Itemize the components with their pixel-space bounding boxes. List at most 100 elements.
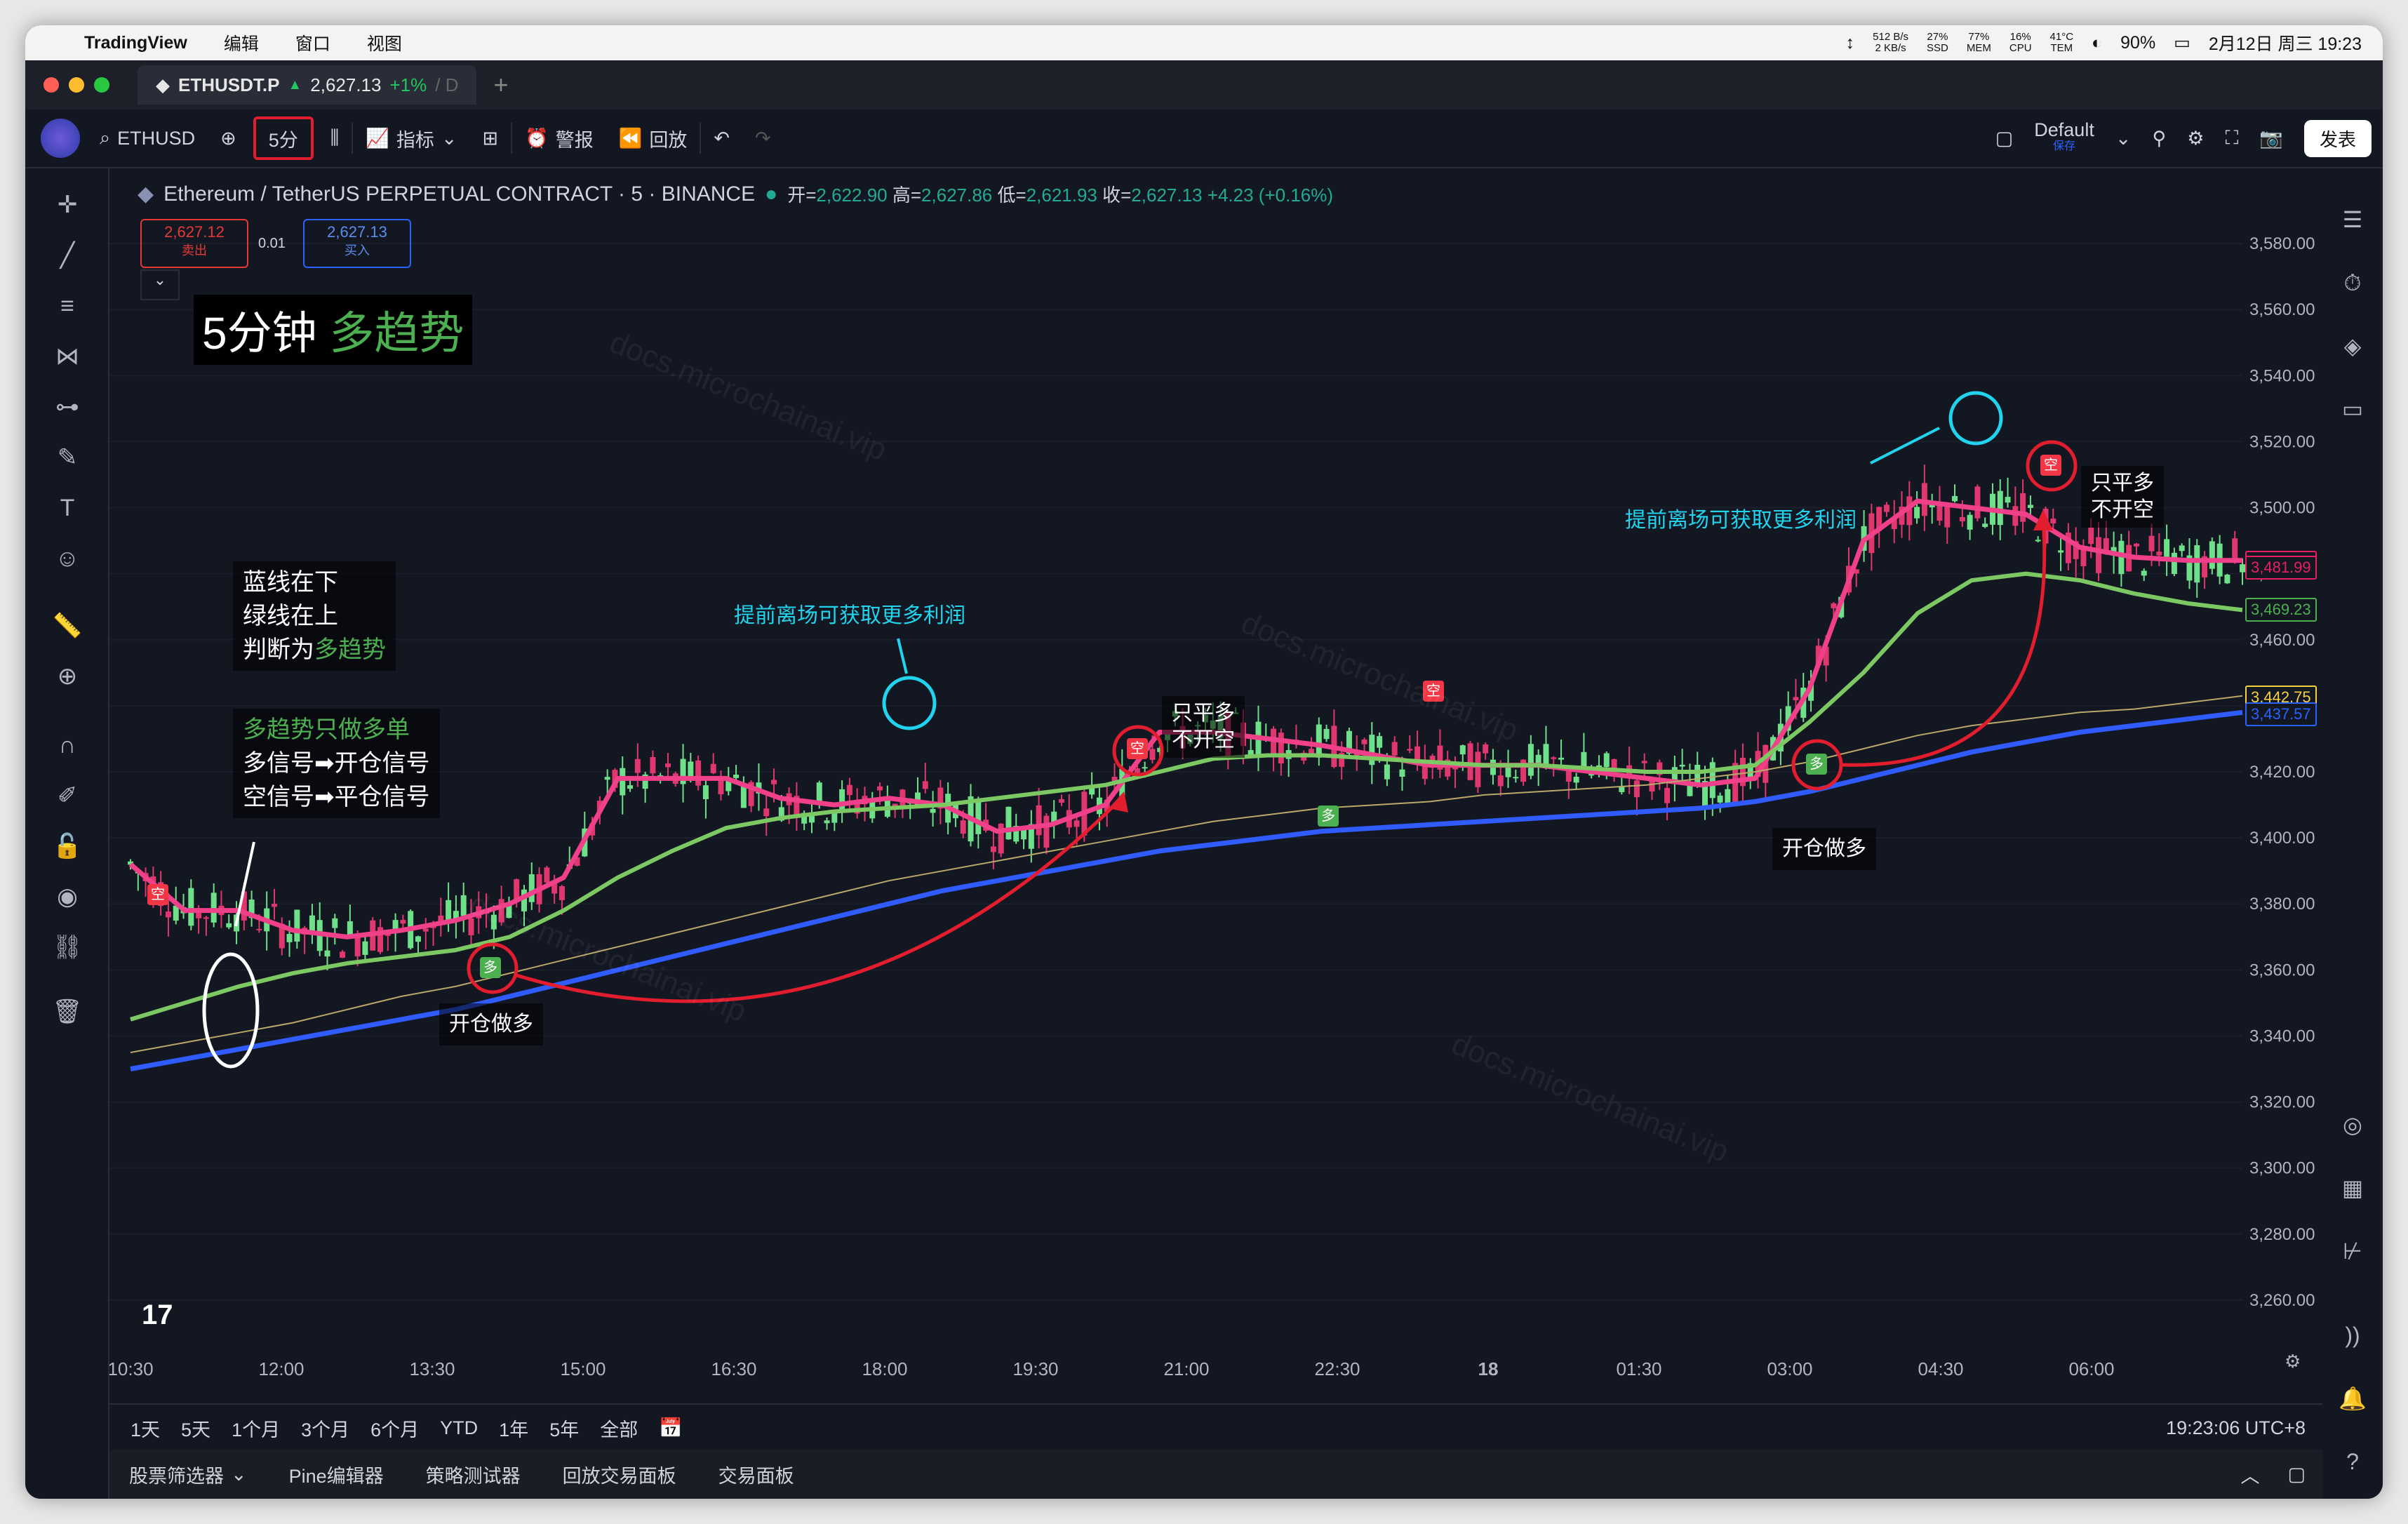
chat-icon[interactable]: ▭ [2336,393,2369,425]
range-5y[interactable]: 5年 [549,1415,579,1442]
forecast-icon[interactable]: ⊶ [52,392,83,422]
clock-readout[interactable]: 19:23:06 UTC+8 [2166,1417,2306,1439]
watchlist-icon[interactable]: ☰ [2336,203,2369,236]
layers-icon[interactable]: ◈ [2336,330,2369,362]
chart-tab[interactable]: ◆ ETHUSDT.P ▲ 2,627.13 +1% / D [138,65,477,105]
candle-body [930,808,936,813]
short-signal-marker[interactable]: 空 [1423,681,1444,702]
crosshair-icon[interactable]: ✛ [52,189,83,220]
time-axis-settings-icon[interactable]: ⚙ [2285,1351,2301,1372]
tradingview-logo[interactable]: 17 [142,1299,173,1331]
minimize-window-button[interactable] [69,77,84,93]
help-icon[interactable]: ? [2336,1445,2369,1478]
fullscreen-icon[interactable]: ⛶ [2225,127,2238,149]
symbol-search[interactable]: ⌕ ETHUSD [87,117,208,159]
short-signal-marker[interactable]: 空 [1127,738,1148,759]
range-6m[interactable]: 6个月 [370,1415,419,1442]
pattern-icon[interactable]: ⋈ [52,341,83,372]
target-icon[interactable]: ◎ [2336,1109,2369,1141]
collapse-up-icon[interactable]: ︿ [2240,1461,2259,1488]
sell-button[interactable]: 2,627.12 卖出 [140,219,248,268]
chart-type-button[interactable]: ⫼ [318,117,352,159]
long-signal-marker[interactable]: 多 [480,957,501,978]
range-1d[interactable]: 1天 [131,1415,160,1442]
range-1y[interactable]: 1年 [499,1415,528,1442]
rewind-icon: ⏪ [618,128,643,149]
tab-replay-panel[interactable]: 回放交易面板 [563,1461,676,1488]
quick-search-icon[interactable]: ⚲ [2152,128,2166,149]
range-1m[interactable]: 1个月 [232,1415,280,1442]
tab-strategy-tester[interactable]: 策略测试器 [426,1461,521,1488]
short-signal-marker[interactable]: 空 [2040,455,2061,476]
zoom-in-icon[interactable]: ⊕ [52,661,83,692]
candle-body [1391,742,1398,756]
notification-bell-icon[interactable]: 🔔 [2336,1382,2369,1415]
tab-pine-editor[interactable]: Pine编辑器 [289,1461,384,1488]
camera-icon[interactable]: 📷 [2259,127,2283,149]
candle-body [2035,540,2041,542]
lock-icon[interactable]: 🔓 [52,831,83,862]
candle-body [1527,744,1534,776]
fib-icon[interactable]: ≡ [52,290,83,321]
undo-button[interactable]: ↶ [701,117,742,159]
eye-icon[interactable]: ◉ [52,881,83,912]
stay-drawing-icon[interactable]: ✐ [52,780,83,811]
replay-button[interactable]: ⏪ 回放 [606,117,700,159]
short-signal-marker[interactable]: 空 [147,884,168,905]
layout-square-icon[interactable]: ▢ [1995,128,2014,149]
templates-button[interactable]: ⊞ [469,117,511,159]
range-ytd[interactable]: YTD [440,1417,478,1439]
menu-edit[interactable]: 编辑 [224,30,259,55]
long-signal-marker[interactable]: 多 [1318,806,1339,827]
menu-view[interactable]: 视图 [367,30,402,55]
menu-app-name[interactable]: TradingView [84,33,187,53]
publish-button[interactable]: 发表 [2303,119,2372,157]
ssd-stat: 27% SSD [1927,31,1948,54]
calendar-icon[interactable]: ▦ [2336,1172,2369,1204]
interval-button[interactable]: 5分 [253,116,314,160]
battery-icon[interactable]: ▭ [2174,32,2190,53]
brush-icon[interactable]: ✎ [52,442,83,473]
long-signal-marker[interactable]: 多 [1806,754,1827,775]
focus-icon[interactable]: ◐ [2092,33,2102,53]
ruler-icon[interactable]: 📏 [52,610,83,641]
magnet-icon[interactable]: ∩ [52,730,83,761]
trash-icon[interactable]: 🗑 [52,996,83,1027]
range-5d[interactable]: 5天 [181,1415,210,1442]
range-all[interactable]: 全部 [600,1415,638,1442]
candle-body [1384,764,1390,780]
tab-screener[interactable]: 股票筛选器 [129,1461,224,1488]
chart-pane[interactable]: 3,580.00 3,560.00 3,540.00 3,520.00 3,500.00… [109,168,2322,1403]
candle-body [1573,777,1579,783]
text-icon[interactable]: T [52,493,83,523]
broadcast-icon[interactable]: )) [2336,1319,2369,1351]
legend-collapse-button[interactable]: ⌄ [140,269,180,300]
avatar[interactable] [41,119,80,158]
range-3m[interactable]: 3个月 [301,1415,349,1442]
alerts-clock-icon[interactable]: ⏱ [2336,267,2369,299]
menu-window[interactable]: 窗口 [295,30,330,55]
indicators-button[interactable]: 📈 指标 ⌄ [353,117,469,159]
maximize-panel-icon[interactable]: ▢ [2287,1464,2306,1485]
compare-button[interactable]: ⊕ [208,117,249,159]
trendline-icon[interactable]: ╱ [52,240,83,271]
redo-button[interactable]: ↷ [742,117,784,159]
new-tab-button[interactable]: + [493,70,508,100]
legend-title[interactable]: Ethereum / TetherUS PERPETUAL CONTRACT ·… [163,182,755,206]
settings-gear-icon[interactable]: ⚙ [2187,128,2204,149]
candle-body [763,808,770,817]
link-icon[interactable]: ⛓ [52,932,83,963]
tab-trading-panel[interactable]: 交易面板 [718,1461,794,1488]
goto-date-icon[interactable]: 📅 [659,1417,683,1439]
datetime[interactable]: 2月12日 周三 19:23 [2209,30,2362,55]
zoom-window-button[interactable] [94,77,109,93]
buy-button[interactable]: 2,627.13 买入 [303,219,411,268]
alert-button[interactable]: ⏰ 警报 [512,117,606,159]
chevron-down-icon[interactable]: ⌄ [231,1464,247,1485]
pine-icon[interactable]: ⊬ [2336,1235,2369,1267]
chevron-down-icon[interactable]: ⌄ [2115,128,2132,149]
close-window-button[interactable] [44,77,59,93]
candle-body [922,781,928,789]
emoji-icon[interactable]: ☺ [52,543,83,574]
layout-select[interactable]: Default 保存 [2034,121,2094,155]
